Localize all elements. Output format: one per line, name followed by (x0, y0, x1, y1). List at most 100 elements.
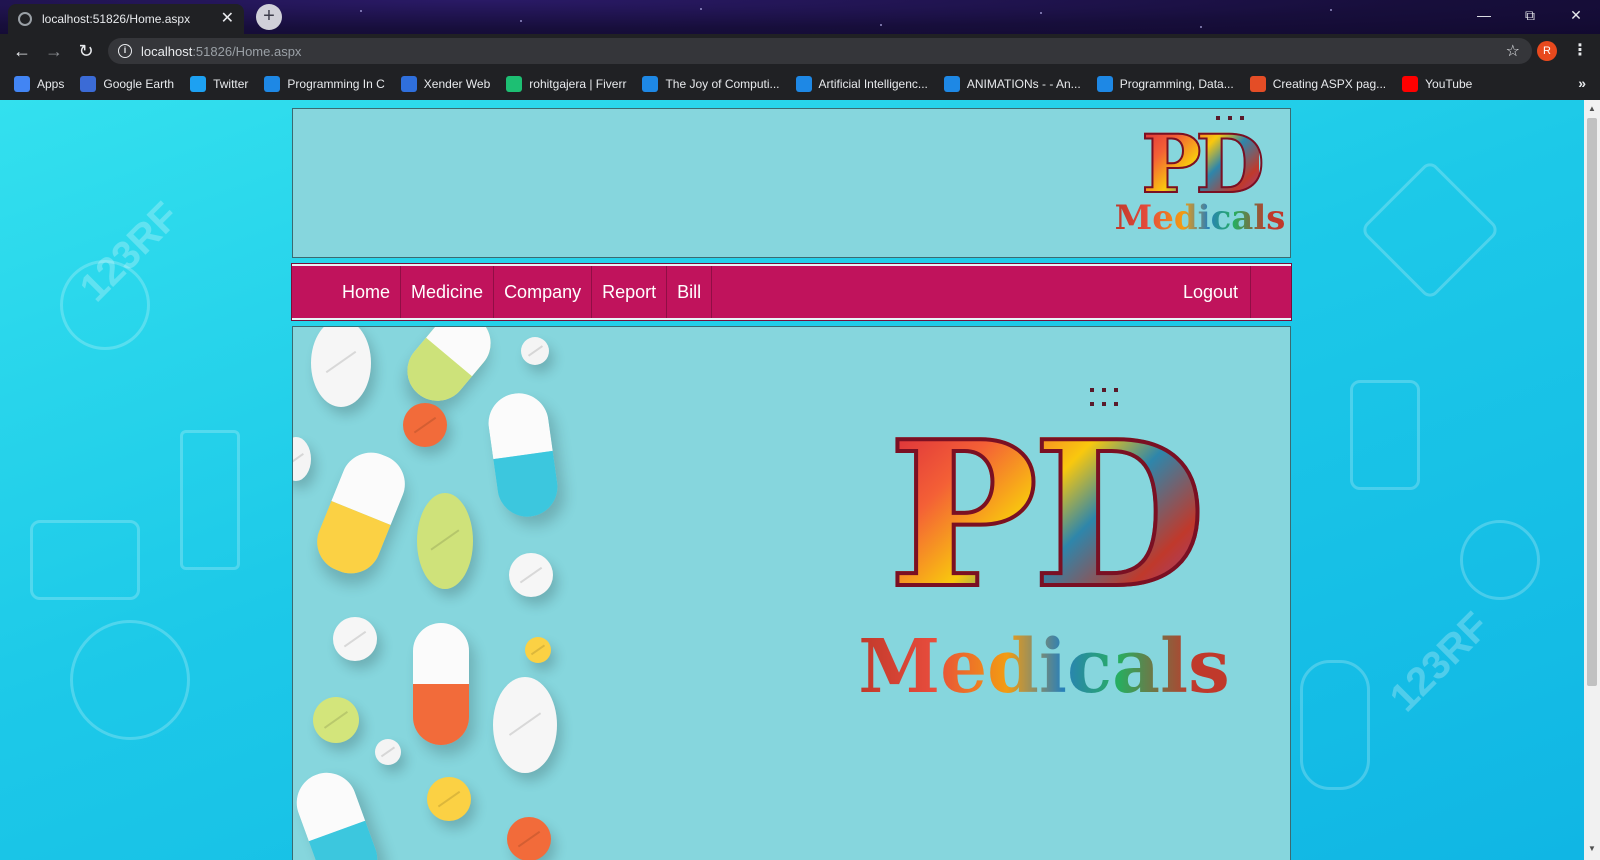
bookmark-item[interactable]: Creating ASPX pag... (1249, 76, 1387, 92)
tablet-pack-doodle (1359, 159, 1501, 301)
browser-tab[interactable]: localhost:51826/Home.aspx ✕ (8, 4, 244, 34)
apps-grid-icon (14, 76, 30, 92)
hero-logo-wordmark: Medicals (858, 624, 1230, 710)
scrollbar-thumb[interactable] (1587, 118, 1597, 686)
bookmark-item[interactable]: Programming, Data... (1096, 76, 1234, 92)
hero-logo-monogram: PD (886, 398, 1208, 633)
watermark-right: 123RF (1381, 604, 1498, 721)
s-logo-icon (264, 76, 281, 92)
bookmark-label: Programming In C (287, 77, 385, 91)
nav-item-bill[interactable]: Bill (667, 266, 713, 318)
browser-menu-icon[interactable]: ⋮ (1572, 40, 1588, 60)
bookmark-item[interactable]: Artificial Intelligenc... (795, 76, 928, 92)
stethoscope-doodle (70, 620, 190, 740)
forward-arrow-icon[interactable]: → (42, 39, 66, 63)
bookmark-label: Creating ASPX pag... (1272, 77, 1387, 91)
bookmark-item[interactable]: Twitter (190, 76, 248, 92)
new-tab-button[interactable]: + (256, 4, 282, 30)
orange-tablet (403, 403, 447, 447)
aspx-icon (1249, 76, 1266, 92)
nav-item-company[interactable]: Company (494, 266, 593, 318)
nav-item-report[interactable]: Report (592, 266, 668, 318)
clipboard-doodle (1350, 380, 1420, 490)
fiverr-icon (506, 76, 523, 92)
large-white-tablet (493, 677, 557, 773)
bookmark-item[interactable]: Xender Web (400, 76, 491, 92)
bookmark-label: Artificial Intelligenc... (818, 77, 928, 91)
reload-icon[interactable]: ↻ (74, 39, 98, 63)
page-scrollbar[interactable]: ▲ ▼ (1584, 100, 1600, 860)
xender-icon (400, 76, 417, 92)
nav-list: Home Medicine Company Report Bill (292, 266, 1291, 318)
bookmark-label: Xender Web (423, 77, 491, 91)
bookmark-label: Apps (37, 77, 65, 91)
atom-doodle (1460, 520, 1540, 600)
tab-title: localhost:51826/Home.aspx (42, 12, 191, 26)
logo-monogram: PD (1140, 117, 1265, 211)
site-header: PD Medicals (292, 108, 1291, 258)
globe-icon (18, 12, 32, 26)
bookmark-item[interactable]: The Joy of Computi... (642, 76, 780, 92)
bookmark-item[interactable]: Apps (14, 76, 64, 92)
syringe-doodle (1300, 660, 1370, 790)
orange-round-tablet (507, 817, 551, 860)
url-host: localhost (141, 43, 193, 59)
logo-wordmark: Medicals (1114, 198, 1286, 238)
nav-item-medicine[interactable]: Medicine (401, 266, 495, 318)
site-logo: PD Medicals (1112, 111, 1288, 235)
profile-avatar[interactable]: R (1537, 41, 1557, 61)
bookmark-label: The Joy of Computi... (665, 77, 780, 91)
google-earth-icon (80, 76, 97, 92)
hero-logo: PD Medicals (858, 381, 1230, 710)
nav-item-home[interactable]: Home (332, 266, 402, 318)
site-info-icon[interactable]: i (118, 44, 132, 58)
bookmark-label: Google Earth (103, 77, 175, 91)
round-white-tablet-2 (333, 617, 377, 661)
green-round-tablet (313, 697, 359, 743)
browser-toolbar: ← → ↻ i localhost:51826/Home.aspx ☆ (0, 34, 1600, 68)
bookmark-item[interactable]: rohitgajera | Fiverr (506, 76, 626, 92)
s-logo-icon (943, 76, 960, 92)
small-yellow-tablet (525, 637, 551, 663)
s-logo-icon (1096, 76, 1113, 92)
bookmark-label: YouTube (1425, 77, 1473, 91)
logout-link[interactable]: Logout (1171, 266, 1251, 318)
bookmark-label: ANIMATIONs - - An... (966, 77, 1081, 91)
bookmarks-bar: Apps Google Earth Twitter Programming In C X… (0, 68, 1600, 100)
bookmark-label: rohitgajera | Fiverr (529, 77, 627, 91)
bookmark-star-icon[interactable]: ☆ (1506, 41, 1520, 61)
white-tablet (311, 327, 371, 407)
close-tab-icon[interactable]: ✕ (221, 11, 234, 27)
bookmark-label: Twitter (213, 77, 249, 91)
bookmark-label: Programming, Data... (1119, 77, 1234, 91)
cross-doodle (180, 430, 240, 570)
address-bar[interactable]: i localhost:51826/Home.aspx ☆ (108, 38, 1532, 64)
yellow-round-tablet (427, 777, 471, 821)
s-logo-icon (795, 76, 812, 92)
bookmarks-overflow-icon[interactable]: » (1578, 75, 1586, 91)
twitter-icon (190, 76, 207, 92)
oval-green-tablet (417, 493, 473, 589)
bookmark-item[interactable]: Google Earth (80, 76, 174, 92)
first-aid-kit-doodle (30, 520, 140, 600)
youtube-icon (1402, 76, 1419, 92)
bookmark-item[interactable]: ANIMATIONs - - An... (943, 76, 1081, 92)
cyan-capsule (293, 764, 386, 860)
scroll-down-icon[interactable]: ▼ (1588, 844, 1596, 853)
browser-titlebar: localhost:51826/Home.aspx ✕ + — ⧉ ✕ (0, 0, 1600, 34)
small-white-tablet (521, 337, 549, 365)
close-window-icon[interactable]: ✕ (1553, 0, 1599, 30)
back-arrow-icon[interactable]: ← (10, 39, 34, 63)
url-path: :51826/Home.aspx (192, 43, 302, 59)
minimize-icon[interactable]: — (1461, 0, 1507, 30)
main-nav: Home Medicine Company Report Bill Logout (291, 263, 1292, 321)
main-content: PD Medicals (292, 326, 1291, 860)
restore-icon[interactable]: ⧉ (1507, 0, 1553, 30)
blue-capsule (484, 389, 562, 521)
bookmark-item[interactable]: YouTube (1402, 76, 1472, 92)
scroll-up-icon[interactable]: ▲ (1588, 104, 1596, 113)
s-logo-icon (642, 76, 659, 92)
yellow-capsule (308, 443, 414, 583)
bookmark-item[interactable]: Programming In C (264, 76, 385, 92)
tiny-white-tablet (375, 739, 401, 765)
